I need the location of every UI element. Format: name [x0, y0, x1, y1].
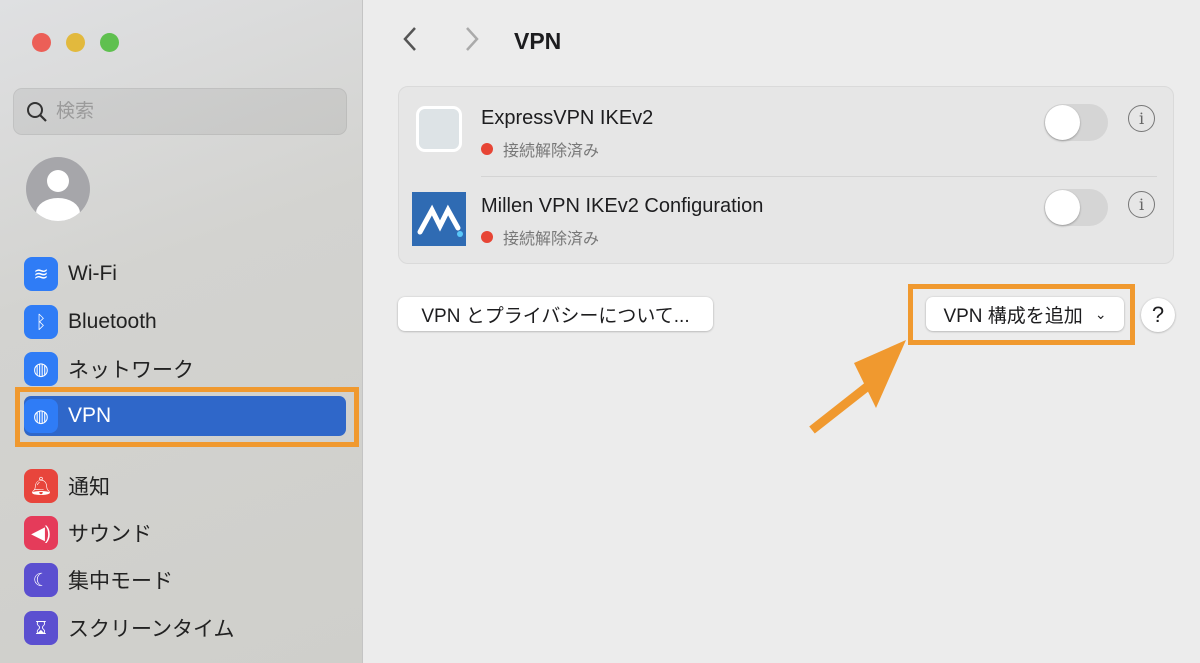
- vpn-toggle[interactable]: [1044, 189, 1108, 226]
- speaker-icon: ◀): [24, 516, 58, 550]
- globe-icon: ◍: [24, 352, 58, 386]
- sidebar-item-screen-time[interactable]: ⌛︎ スクリーンタイム: [24, 608, 346, 648]
- vpn-row[interactable]: ExpressVPN IKEv2 接続解除済み i: [399, 87, 1173, 175]
- page-title: VPN: [514, 28, 562, 54]
- sidebar-item-label: 通知: [68, 476, 110, 499]
- sidebar-item-notifications[interactable]: 🔔︎ 通知: [24, 466, 346, 506]
- expressvpn-app-icon: [416, 106, 462, 152]
- forward-button[interactable]: [462, 24, 482, 62]
- moon-icon: ☾: [24, 563, 58, 597]
- info-icon[interactable]: i: [1128, 105, 1155, 132]
- user-icon: [36, 170, 80, 221]
- millenvpn-app-icon: [412, 192, 466, 246]
- search-input[interactable]: [56, 100, 316, 123]
- vpn-list: ExpressVPN IKEv2 接続解除済み i Millen VPN IKE…: [398, 86, 1174, 264]
- status-dot-icon: [481, 143, 493, 155]
- vpn-status: 接続解除済み: [481, 225, 599, 249]
- back-button[interactable]: [400, 24, 420, 62]
- main-pane: VPN ExpressVPN IKEv2 接続解除済み i Millen VPN…: [364, 0, 1200, 663]
- sidebar-item-label: スクリーンタイム: [68, 618, 235, 641]
- vpn-highlight-box: [15, 387, 359, 447]
- vpn-toggle[interactable]: [1044, 104, 1108, 141]
- sidebar-item-label: Bluetooth: [68, 310, 157, 333]
- wifi-icon: ≋: [24, 257, 58, 291]
- arrow-annotation-icon: [809, 340, 906, 434]
- sidebar-item-sound[interactable]: ◀) サウンド: [24, 513, 346, 553]
- vpn-name: Millen VPN IKEv2 Configuration: [481, 195, 764, 217]
- vpn-status: 接続解除済み: [481, 137, 599, 161]
- vpn-status-text: 接続解除済み: [503, 231, 600, 248]
- vpn-row[interactable]: Millen VPN IKEv2 Configuration 接続解除済み i: [399, 177, 1173, 265]
- add-button-highlight-box: [908, 284, 1135, 345]
- sidebar: ≋Wi-Fi ᛒBluetooth ◍ネットワーク ◍VPN 🔔︎通知 ◀)サウ…: [0, 0, 363, 663]
- sidebar-item-label: ネットワーク: [68, 359, 194, 382]
- sidebar-item-network[interactable]: ◍ ネットワーク: [24, 349, 346, 389]
- chevron-left-icon: [403, 27, 416, 51]
- sidebar-item-label: サウンド: [68, 523, 152, 546]
- about-vpn-privacy-button[interactable]: VPN とプライバシーについて...: [398, 297, 713, 331]
- avatar[interactable]: [26, 157, 90, 221]
- sidebar-item-focus[interactable]: ☾ 集中モード: [24, 560, 346, 600]
- status-dot-icon: [481, 231, 493, 243]
- sidebar-item-label: 集中モード: [68, 570, 173, 593]
- vpn-status-text: 接続解除済み: [503, 143, 600, 160]
- search-icon: [27, 101, 47, 122]
- zoom-window-button[interactable]: [100, 33, 119, 52]
- sidebar-item-wifi[interactable]: ≋ Wi-Fi: [24, 254, 346, 294]
- info-icon[interactable]: i: [1128, 191, 1155, 218]
- search-field[interactable]: [13, 88, 347, 135]
- close-window-button[interactable]: [32, 33, 51, 52]
- minimize-window-button[interactable]: [66, 33, 85, 52]
- hourglass-icon: ⌛︎: [24, 611, 58, 645]
- bluetooth-icon: ᛒ: [24, 305, 58, 339]
- help-button[interactable]: ?: [1141, 298, 1175, 332]
- vpn-name: ExpressVPN IKEv2: [481, 107, 654, 129]
- sidebar-item-bluetooth[interactable]: ᛒ Bluetooth: [24, 302, 346, 342]
- sidebar-item-label: Wi-Fi: [68, 262, 117, 285]
- chevron-right-icon: [466, 27, 479, 51]
- bell-icon: 🔔︎: [24, 469, 58, 503]
